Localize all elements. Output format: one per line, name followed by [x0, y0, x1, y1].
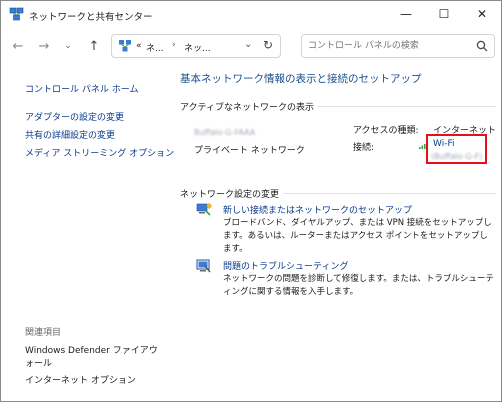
minimize-button[interactable]: — [387, 1, 425, 27]
page-title: 基本ネットワーク情報の表示と接続のセットアップ [180, 73, 422, 85]
internet-options-link[interactable]: インターネット オプション [25, 375, 136, 388]
address-dropdown-icon[interactable]: ⌄ [244, 39, 252, 50]
window-title: ネットワークと共有センター [29, 12, 153, 23]
network-settings-label: ネットワーク設定の変更 [180, 187, 284, 200]
network-type: プライベート ネットワーク [194, 146, 305, 156]
network-sharing-center-icon [9, 7, 24, 21]
media-streaming-link[interactable]: メディア ストリーミング オプション [25, 146, 174, 159]
adapter-settings-link[interactable]: アダプターの設定の変更 [25, 110, 124, 123]
close-button[interactable]: ✕ [463, 1, 501, 27]
back-button[interactable]: ← [9, 37, 27, 55]
navigation-bar: ← → ⌄ ↑ « ネ... › ネッ... ⌄ ↻ [1, 31, 501, 61]
troubleshoot-link[interactable]: 問題のトラブルシューティング [223, 259, 348, 272]
control-panel-home-link[interactable]: コントロール パネル ホーム [25, 82, 138, 95]
search-icon[interactable] [476, 40, 488, 52]
access-type-label: アクセスの種類: [353, 126, 419, 136]
maximize-button[interactable]: ☐ [425, 1, 463, 27]
network-name-blurred: Buffalo-G-FAAA [194, 128, 256, 137]
forward-button[interactable]: → [35, 37, 53, 55]
address-bar[interactable]: « ネ... › ネッ... ⌄ ↻ [111, 34, 281, 58]
troubleshoot-description: ネットワークの問題を診断して修復します。または、トラブルシューティングに関する情… [223, 274, 494, 297]
search-input[interactable] [308, 38, 468, 54]
address-segment-1[interactable]: ネ... [146, 41, 164, 54]
address-overflow[interactable]: « [136, 41, 142, 51]
search-box[interactable] [301, 34, 495, 58]
address-separator: › [172, 40, 176, 50]
window: ネットワークと共有センター — ☐ ✕ ← → ⌄ ↑ « ネ... › ネッ.… [0, 0, 502, 402]
active-networks-label: アクティブなネットワークの表示 [180, 100, 319, 113]
new-connection-icon [196, 203, 212, 216]
new-connection-description: ブロードバンド、ダイヤルアップ、または VPN 接続をセットアップします。あるい… [223, 218, 492, 254]
refresh-icon[interactable]: ↻ [263, 38, 273, 52]
title-bar: ネットワークと共有センター — ☐ ✕ [1, 1, 501, 29]
address-segment-2[interactable]: ネッ... [184, 41, 211, 54]
advanced-sharing-link[interactable]: 共有の詳細設定の変更 [25, 128, 115, 141]
firewall-link[interactable]: Windows Defender ファイアウォール [25, 345, 165, 371]
up-button[interactable]: ↑ [85, 37, 103, 55]
recent-locations-button[interactable]: ⌄ [59, 37, 77, 55]
connection-label: 接続: [353, 143, 375, 153]
troubleshoot-icon [196, 259, 211, 273]
highlight-box [426, 134, 487, 164]
new-connection-link[interactable]: 新しい接続またはネットワークのセットアップ [223, 203, 412, 216]
related-title: 関連項目 [25, 328, 62, 338]
network-icon [119, 40, 131, 52]
